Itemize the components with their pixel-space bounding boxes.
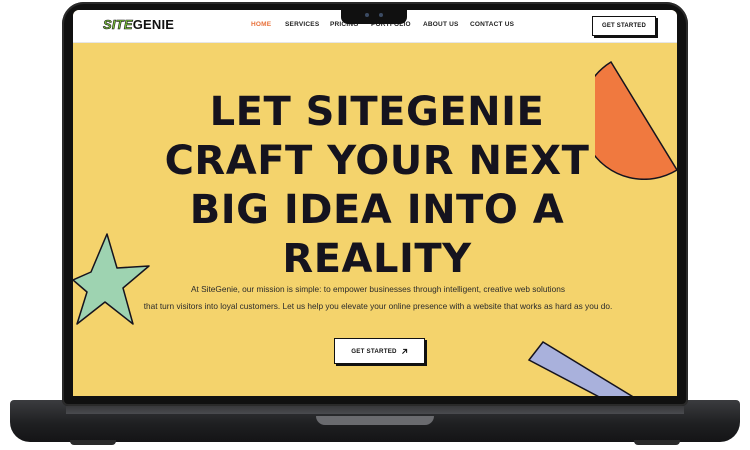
nav-get-started-button[interactable]: GET STARTED bbox=[592, 16, 656, 36]
camera-icon bbox=[365, 13, 369, 17]
hero-title-line: BIG IDEA INTO A bbox=[189, 187, 565, 233]
laptop-foot-left bbox=[70, 440, 116, 445]
logo-mark: SITE bbox=[103, 17, 133, 33]
hero-get-started-button[interactable]: GET STARTED bbox=[334, 338, 425, 364]
hero-title: LET SITEGENIE CRAFT YOUR NEXT BIG IDEA I… bbox=[113, 88, 641, 284]
lavender-bar-shape bbox=[527, 341, 634, 396]
hero-description-line: that turn visitors into loyal customers.… bbox=[143, 301, 613, 311]
hero-cta-label: GET STARTED bbox=[351, 347, 397, 355]
nav-link-home[interactable]: HOME bbox=[251, 21, 271, 28]
hero-title-line: CRAFT YOUR NEXT bbox=[164, 138, 590, 184]
browser-screen: SITEGENIE HOME SERVICES PRICING PORTFOLI… bbox=[73, 10, 677, 396]
laptop-opening-indent bbox=[316, 416, 434, 425]
hero-title-line: REALITY bbox=[282, 236, 472, 282]
laptop-foot-right bbox=[634, 440, 680, 445]
camera-notch bbox=[341, 8, 407, 24]
nav-link-contact-us[interactable]: CONTACT US bbox=[470, 21, 514, 28]
arrow-up-right-icon bbox=[401, 348, 407, 354]
nav-link-about-us[interactable]: ABOUT US bbox=[423, 21, 459, 28]
hero-title-line: LET SITEGENIE bbox=[209, 89, 545, 135]
hero-description-line: At SiteGenie, our mission is simple: to … bbox=[190, 284, 565, 294]
sensor-icon bbox=[379, 13, 383, 17]
hero-description: At SiteGenie, our mission is simple: to … bbox=[103, 281, 653, 315]
site-logo[interactable]: SITEGENIE bbox=[103, 17, 175, 33]
laptop-mockup: SITEGENIE HOME SERVICES PRICING PORTFOLI… bbox=[0, 0, 750, 450]
logo-text: GENIE bbox=[132, 17, 175, 32]
nav-link-services[interactable]: SERVICES bbox=[285, 21, 319, 28]
